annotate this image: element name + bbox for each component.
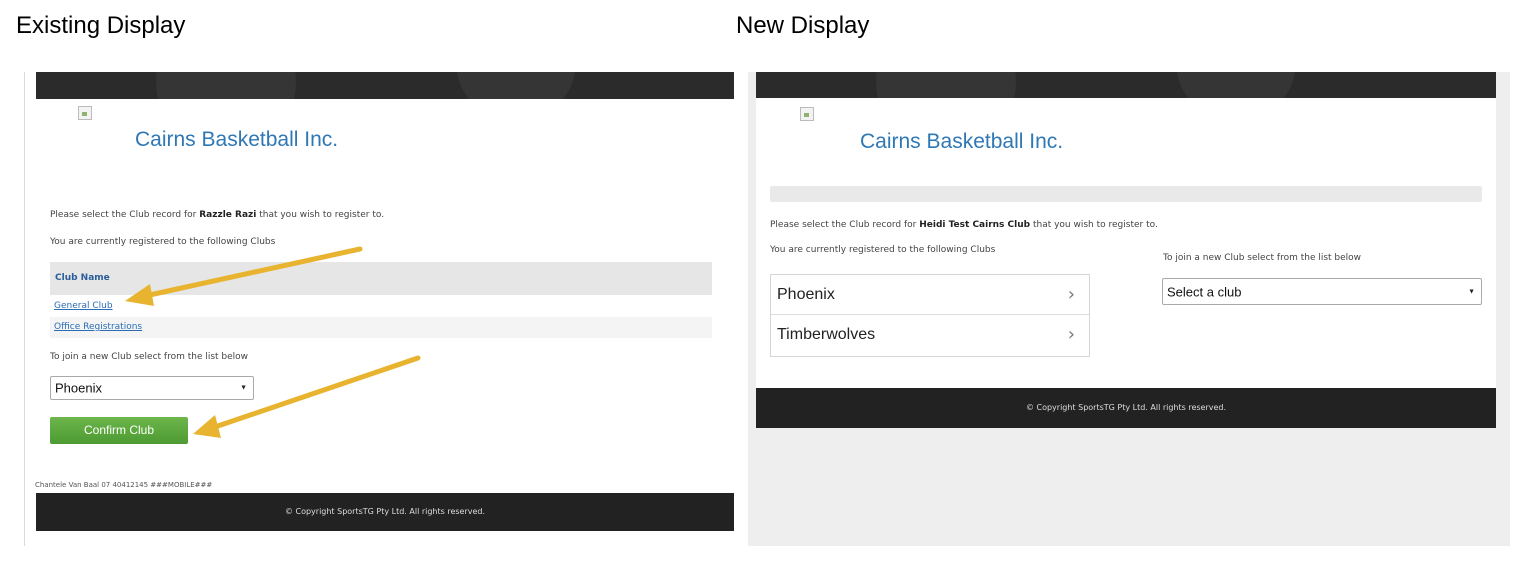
- member-name: Heidi Test Cairns Club: [919, 220, 1031, 230]
- club-name: Phoenix: [777, 286, 835, 303]
- club-select-placeholder: Select a club: [1167, 284, 1242, 299]
- progress-bar: [770, 186, 1482, 202]
- footer: © Copyright SportsTG Pty Ltd. All rights…: [756, 388, 1496, 428]
- intro-suffix: that you wish to register to.: [1030, 220, 1158, 230]
- arrow-to-confirm-button: [193, 355, 421, 438]
- club-row-phoenix[interactable]: Phoenix ›: [771, 275, 1089, 315]
- intro-text: Please select the Club record for Heidi …: [770, 220, 1158, 230]
- chevron-right-icon: ›: [1067, 324, 1075, 345]
- chevron-right-icon: ›: [1067, 284, 1075, 305]
- registered-clubs-text: You are currently registered to the foll…: [770, 245, 996, 255]
- intro-prefix: Please select the Club record for: [770, 220, 920, 230]
- club-select[interactable]: Select a club ▼: [1162, 278, 1482, 305]
- content-area: Cairns Basketball Inc. Please select the…: [756, 98, 1496, 388]
- new-display-panel: Cairns Basketball Inc. Please select the…: [748, 72, 1510, 546]
- top-banner: [756, 72, 1496, 98]
- footer-copyright: © Copyright SportsTG Pty Ltd. All rights…: [1025, 403, 1227, 412]
- broken-image-icon: [800, 107, 814, 121]
- club-row-timberwolves[interactable]: Timberwolves ›: [771, 315, 1089, 355]
- join-club-text: To join a new Club select from the list …: [1163, 253, 1362, 263]
- dropdown-caret-icon: ▼: [1468, 288, 1475, 295]
- registered-club-list: Phoenix › Timberwolves ›: [770, 274, 1090, 357]
- club-name: Timberwolves: [777, 326, 876, 343]
- arrow-to-general-club: [125, 246, 363, 306]
- org-title: Cairns Basketball Inc.: [860, 130, 1064, 153]
